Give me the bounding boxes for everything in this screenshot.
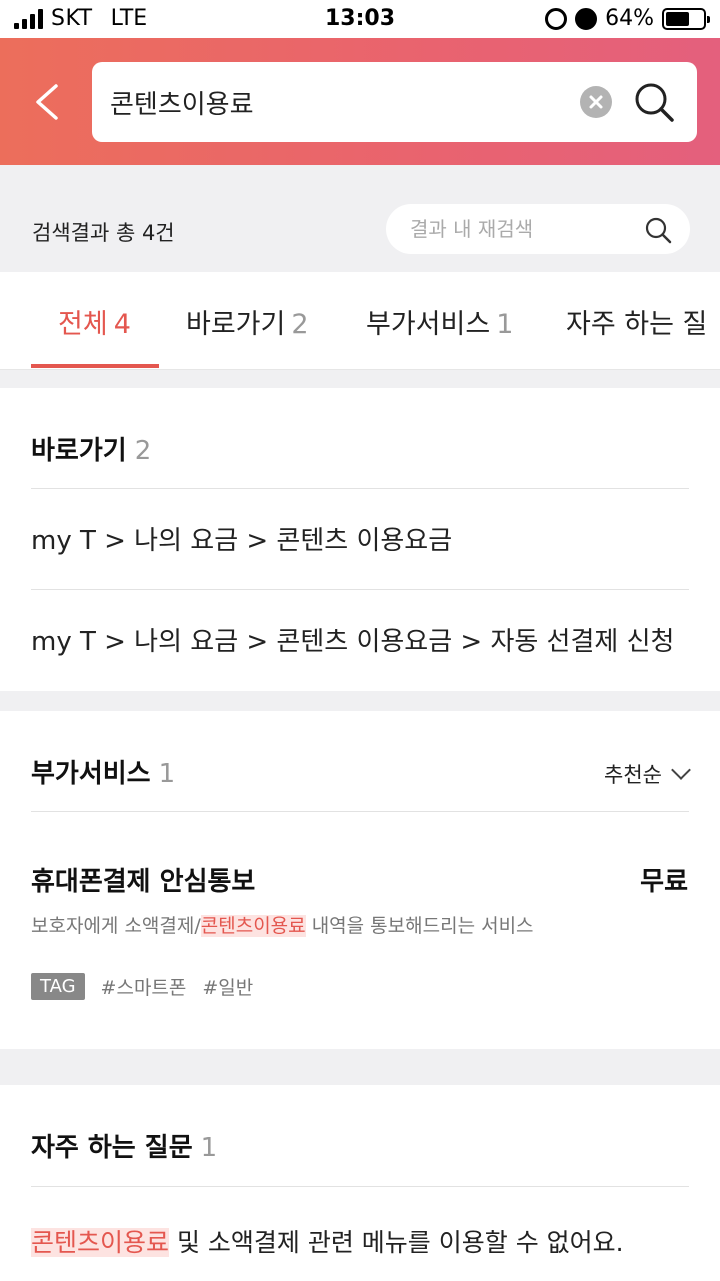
service-description: 보호자에게 소액결제/콘텐츠이용료 내역을 통보해드리는 서비스 xyxy=(31,911,534,938)
search-icon xyxy=(635,83,674,122)
status-right: 64% xyxy=(545,6,710,31)
desc-text: 보호자에게 소액결제/ xyxy=(31,915,201,937)
search-button[interactable] xyxy=(632,80,676,124)
back-button[interactable] xyxy=(30,82,66,122)
search-input[interactable] xyxy=(110,78,570,126)
tab-label: 자주 하는 질 xyxy=(566,309,708,340)
alarm-icon xyxy=(575,7,598,30)
search-highlight: 콘텐츠이용료 xyxy=(31,1228,170,1257)
category-tabs: 전체 4 바로가기 2 부가서비스 1 자주 하는 질 xyxy=(0,272,720,370)
section-gap xyxy=(0,691,720,711)
tab-label: 전체 xyxy=(58,309,108,340)
battery-icon xyxy=(662,7,710,30)
section-count: 2 xyxy=(134,436,152,466)
search-highlight: 콘텐츠이용료 xyxy=(200,915,306,937)
tab-label: 부가서비스 xyxy=(366,309,491,340)
section-title: 자주 하는 질문 1 xyxy=(31,1127,217,1164)
clear-circle-icon xyxy=(589,95,603,109)
section-title-label: 바로가기 xyxy=(31,436,127,466)
service-price: 무료 xyxy=(640,867,688,897)
status-bar: SKT LTE 13:03 64% xyxy=(0,0,720,38)
chevron-down-icon xyxy=(671,760,691,780)
divider xyxy=(31,589,689,590)
shortcuts-section: 바로가기 2 my T > 나의 요금 > 콘텐츠 이용요금 my T > 나의 … xyxy=(0,388,720,691)
faq-question[interactable]: 콘텐츠이용료 및 소액결제 관련 메뉴를 이용할 수 없어요. xyxy=(31,1223,624,1259)
battery-fill xyxy=(666,11,690,26)
chevron-left-icon xyxy=(36,84,58,120)
divider xyxy=(31,1186,689,1187)
divider xyxy=(31,488,689,489)
research-box xyxy=(386,204,690,254)
tab-services[interactable]: 부가서비스 1 xyxy=(366,302,513,341)
section-title-label: 부가서비스 xyxy=(31,759,151,789)
shortcut-link[interactable]: my T > 나의 요금 > 콘텐츠 이용요금 xyxy=(31,520,452,557)
sort-dropdown[interactable]: 추천순 xyxy=(604,759,691,789)
tab-count: 2 xyxy=(291,309,309,340)
section-gap xyxy=(0,370,720,388)
sort-label: 추천순 xyxy=(604,763,662,787)
section-title: 바로가기 2 xyxy=(31,430,151,467)
tab-shortcuts[interactable]: 바로가기 2 xyxy=(186,302,309,341)
tab-active-indicator xyxy=(31,364,159,368)
battery-percent: 64% xyxy=(605,6,654,31)
hashtag[interactable]: #일반 xyxy=(202,973,253,1000)
research-input[interactable] xyxy=(410,212,640,246)
rotation-lock-icon xyxy=(545,7,568,30)
section-title: 부가서비스 1 xyxy=(31,753,175,790)
faq-section: 자주 하는 질문 1 콘텐츠이용료 및 소액결제 관련 메뉴를 이용할 수 없어요… xyxy=(0,1085,720,1281)
services-section: 부가서비스 1 추천순 휴대폰결제 안심통보 무료 보호자에게 소액결제/콘텐츠이… xyxy=(0,711,720,1049)
tab-count: 1 xyxy=(496,309,514,340)
search-box xyxy=(92,62,697,142)
clear-button[interactable] xyxy=(580,86,612,118)
service-name[interactable]: 휴대폰결제 안심통보 xyxy=(31,861,255,898)
tab-all[interactable]: 전체 4 xyxy=(58,302,131,341)
section-gap xyxy=(0,1049,720,1085)
divider xyxy=(31,811,689,812)
tag-row: TAG #스마트폰 #일반 xyxy=(31,973,253,1000)
result-bar: 검색결과 총 4건 xyxy=(0,165,720,272)
tab-label: 바로가기 xyxy=(186,309,286,340)
tab-faq[interactable]: 자주 하는 질 xyxy=(566,302,707,341)
section-count: 1 xyxy=(158,759,176,789)
shortcut-link[interactable]: my T > 나의 요금 > 콘텐츠 이용요금 > 자동 선결제 신청 xyxy=(31,621,674,658)
hashtag[interactable]: #스마트폰 xyxy=(101,973,187,1000)
result-count: 검색결과 총 4건 xyxy=(32,221,175,245)
search-icon xyxy=(645,217,672,244)
faq-question-text: 및 소액결제 관련 메뉴를 이용할 수 없어요. xyxy=(169,1228,624,1257)
section-title-label: 자주 하는 질문 xyxy=(31,1133,193,1163)
tag-badge: TAG xyxy=(31,973,85,1000)
research-button[interactable] xyxy=(644,216,672,244)
desc-text: 내역을 통보해드리는 서비스 xyxy=(305,915,534,937)
tab-count: 4 xyxy=(113,309,131,340)
search-header xyxy=(0,38,720,165)
section-count: 1 xyxy=(200,1133,218,1163)
